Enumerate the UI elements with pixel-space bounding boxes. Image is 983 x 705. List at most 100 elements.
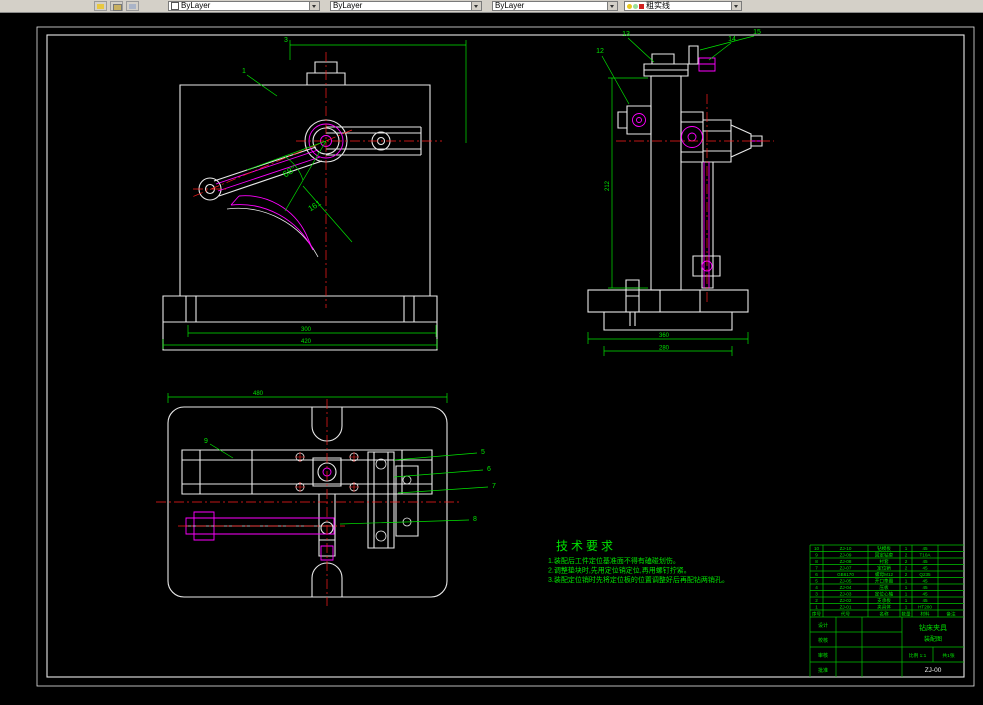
part-code: ZJ-08 [840,559,852,564]
dim-side-base[interactable]: 360 [659,333,670,339]
part-no: 9 [815,553,818,558]
balloon-7[interactable]: 7 [492,483,496,490]
part-no: 1 [815,605,818,610]
part-qty: 2 [905,566,908,571]
part-code: ZJ-05 [840,579,852,584]
part-qty: 1 [905,579,908,584]
balloon-6[interactable]: 6 [487,466,491,473]
parts-header-name: 名称 [879,610,889,617]
linetype-control[interactable]: ByLayer [330,1,482,11]
balloon-5[interactable]: 5 [481,449,485,456]
lineweight-dropdown-arrow[interactable] [607,2,617,10]
sign-label: 审核 [818,652,828,659]
signature-cells[interactable]: 设计 校核 审核 批准 [818,622,828,674]
parts-header-no: 序号 [812,610,822,617]
tech-requirements[interactable]: 技术要求 1.装配后工件定位基准面不得有磕碰划伤。 2.调整垫块时,先用定位销定… [548,539,729,584]
part-no: 8 [815,559,818,564]
part-name: 夹具体 [877,604,891,611]
toolbar-icon-group [94,1,139,11]
tech-req-title[interactable]: 技术要求 [556,539,616,553]
part-name: 定位销 [877,565,891,572]
part-code: ZJ-01 [840,605,852,610]
drawing-subtitle[interactable]: 装配图 [924,635,942,643]
part-qty: 1 [905,585,908,590]
color-control[interactable]: ByLayer [168,1,320,11]
part-mat: 45 [922,566,928,571]
balloon-15[interactable]: 15 [753,29,761,36]
part-qty: 2 [905,572,908,577]
drawing-title[interactable]: 钻床夹具 [919,623,947,632]
tech-req-item[interactable]: 2.调整垫块时,先用定位销定位,再用螺钉拧紧。 [548,566,691,575]
part-code: ZJ-10 [840,546,852,551]
parts-header-note: 备注 [946,610,956,617]
color-value: ByLayer [181,1,211,10]
balloon-12[interactable]: 12 [596,48,604,55]
tech-req-item[interactable]: 3.装配定位销时先将定位板的位置调整好后再配钻两销孔。 [548,575,729,584]
top-view[interactable]: 480 5 6 7 8 9 [156,391,496,606]
lineweight-control[interactable]: ByLayer [492,1,618,11]
drawing-canvas[interactable]: 68° 161 1 3 300 420 360 280 212 12 13 14 [0,0,983,700]
part-code: ZJ-07 [840,566,852,571]
drawing-sheets[interactable]: 共1张 [942,652,954,659]
balloon-8[interactable]: 8 [473,516,477,523]
part-no: 4 [815,585,818,590]
linetype-dropdown-arrow[interactable] [471,2,481,10]
side-view[interactable]: 360 280 212 12 13 14 15 [587,29,774,356]
part-name: 支承板 [877,597,891,604]
part-code: ZJ-02 [840,598,852,603]
part-name: 钻模板 [877,545,891,552]
drawing-border [36,26,975,687]
model-space[interactable]: 68° 161 1 3 300 420 360 280 212 12 13 14 [0,0,983,700]
title-block[interactable]: 10 ZJ-10 钻模板 1 45 9 ZJ-09 固定钻套 2 T10A 8 ZJ-08 衬套 2 4… [809,544,964,677]
part-mat: 45 [922,585,928,590]
part-qty: 1 [905,546,908,551]
part-mat: 45 [922,592,928,597]
part-mat: 45 [922,598,928,603]
make-layer-current-icon[interactable] [94,1,107,11]
part-code: ZJ-09 [840,553,852,558]
balloon-1[interactable]: 1 [242,68,246,75]
part-qty: 1 [905,592,908,597]
layer-dropdown-arrow[interactable] [731,2,741,10]
part-name: 压板 [879,584,889,591]
sign-label: 批准 [818,667,828,674]
part-mat: 45 [922,579,928,584]
part-no: 6 [815,572,818,577]
dim-side-height[interactable]: 212 [605,180,611,191]
layer-control[interactable]: 粗实线 [624,1,742,11]
dim-radius[interactable]: 161 [307,198,324,213]
layer-value: 粗实线 [646,1,670,10]
dim-top-width[interactable]: 480 [253,391,264,397]
part-code: ZJ-04 [840,585,852,590]
color-swatch [171,2,179,10]
part-mat: 45 [922,546,928,551]
part-mat: T10A [920,553,932,558]
drawing-scale[interactable]: 比例 1:1 [909,652,927,659]
color-dropdown-arrow[interactable] [309,2,319,10]
drawing-number[interactable]: ZJ-00 [925,667,942,674]
part-qty: 2 [905,559,908,564]
balloon-9[interactable]: 9 [204,438,208,445]
dim-base-inner[interactable]: 300 [301,327,312,333]
layer-on-icon [627,3,632,9]
part-mat: 45 [922,559,928,564]
part-name: 固定钻套 [875,552,894,559]
part-name: 衬套 [879,558,889,565]
part-mat: HT200 [918,605,932,610]
parts-list[interactable]: 10 ZJ-10 钻模板 1 45 9 ZJ-09 固定钻套 2 T10A 8 ZJ-08 衬套 2 4… [812,545,956,617]
part-name: 螺母M12 [875,571,894,578]
balloon-13[interactable]: 13 [622,31,630,38]
balloon-14[interactable]: 14 [728,36,736,43]
dim-base-outer[interactable]: 420 [301,339,312,345]
part-qty: 1 [905,605,908,610]
part-name: 定位心轴 [875,591,894,598]
sign-label: 设计 [818,622,828,629]
front-view[interactable]: 68° 161 1 3 300 420 [162,37,467,351]
tech-req-item[interactable]: 1.装配后工件定位基准面不得有磕碰划伤。 [548,556,680,565]
balloon-3[interactable]: 3 [284,37,288,44]
parts-header-mat: 材料 [920,610,930,617]
dim-side-base-inner[interactable]: 280 [659,346,670,352]
layer-previous-icon[interactable] [110,1,123,11]
layer-manager-icon[interactable] [126,1,139,11]
layer-color-chip [639,3,644,9]
